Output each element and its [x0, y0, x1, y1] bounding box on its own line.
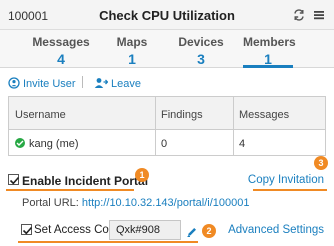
- enable-portal-label: Enable Incident Portal: [22, 174, 149, 188]
- access-code-row: Set Access Code 2 Advanced Settings: [0, 218, 334, 243]
- tab-label: Maps: [116, 35, 148, 49]
- callout-badge: 3: [314, 156, 328, 170]
- enable-portal-checkbox[interactable]: [8, 174, 20, 185]
- tab-maps[interactable]: Maps 1: [106, 30, 158, 68]
- tab-count: 1: [128, 51, 136, 67]
- callout-badge: 2: [202, 224, 216, 238]
- invite-user-icon: [8, 77, 20, 89]
- action-divider: [82, 76, 83, 88]
- refresh-icon[interactable]: [292, 8, 306, 22]
- edit-pencil-icon[interactable]: [186, 225, 198, 237]
- members-table: Username Findings Messages kang (me) 0 4: [8, 96, 326, 156]
- column-header-username[interactable]: Username: [9, 97, 155, 130]
- leave-icon: [94, 78, 109, 88]
- callout-underline: [6, 189, 134, 191]
- portal-url-link[interactable]: http://10.10.32.143/portal/i/100001: [82, 197, 250, 209]
- column-header-findings[interactable]: Findings: [155, 97, 233, 130]
- portal-url-row: Portal URL: http://10.10.32.143/portal/i…: [22, 197, 250, 209]
- incident-tabs: Messages 4 Maps 1 Devices 3 Members 1: [0, 30, 334, 68]
- tab-messages[interactable]: Messages 4: [28, 30, 94, 68]
- tab-label: Devices: [178, 35, 224, 49]
- portal-url-label: Portal URL:: [22, 197, 79, 209]
- portal-toggle-row: Enable Incident Portal 1 3 Copy Invitati…: [0, 156, 334, 192]
- tab-devices[interactable]: Devices 3: [170, 30, 232, 68]
- online-status-icon: [15, 138, 25, 148]
- table-row[interactable]: kang (me): [9, 130, 155, 156]
- set-access-code-checkbox[interactable]: [21, 224, 33, 235]
- callout-badge: 1: [135, 168, 149, 182]
- callout-underline: [253, 189, 327, 191]
- leave-label: Leave: [111, 78, 141, 90]
- incident-title: Check CPU Utilization: [99, 8, 235, 23]
- member-messages: 4: [239, 138, 246, 150]
- member-username: kang (me): [29, 138, 79, 150]
- tab-members[interactable]: Members 1: [243, 30, 296, 68]
- column-header-messages[interactable]: Messages: [233, 97, 325, 130]
- access-code-field[interactable]: [109, 220, 181, 240]
- tab-count: 3: [197, 51, 205, 67]
- tab-label: Members: [243, 35, 296, 49]
- member-actions: Invite User Leave: [0, 68, 334, 96]
- invite-user-button[interactable]: Invite User: [8, 77, 76, 90]
- tab-count: 1: [264, 51, 272, 67]
- member-findings: 0: [161, 138, 168, 150]
- advanced-settings-link[interactable]: Advanced Settings: [228, 224, 324, 236]
- callout-underline: [18, 241, 198, 243]
- tab-label: Messages: [32, 35, 90, 49]
- invite-user-label: Invite User: [23, 78, 76, 90]
- incident-header: 100001 Check CPU Utilization: [0, 0, 334, 30]
- leave-button[interactable]: Leave: [94, 77, 141, 90]
- tab-count: 4: [57, 51, 65, 67]
- copy-invitation-link[interactable]: Copy Invitation: [248, 174, 324, 186]
- menu-icon[interactable]: [312, 8, 326, 22]
